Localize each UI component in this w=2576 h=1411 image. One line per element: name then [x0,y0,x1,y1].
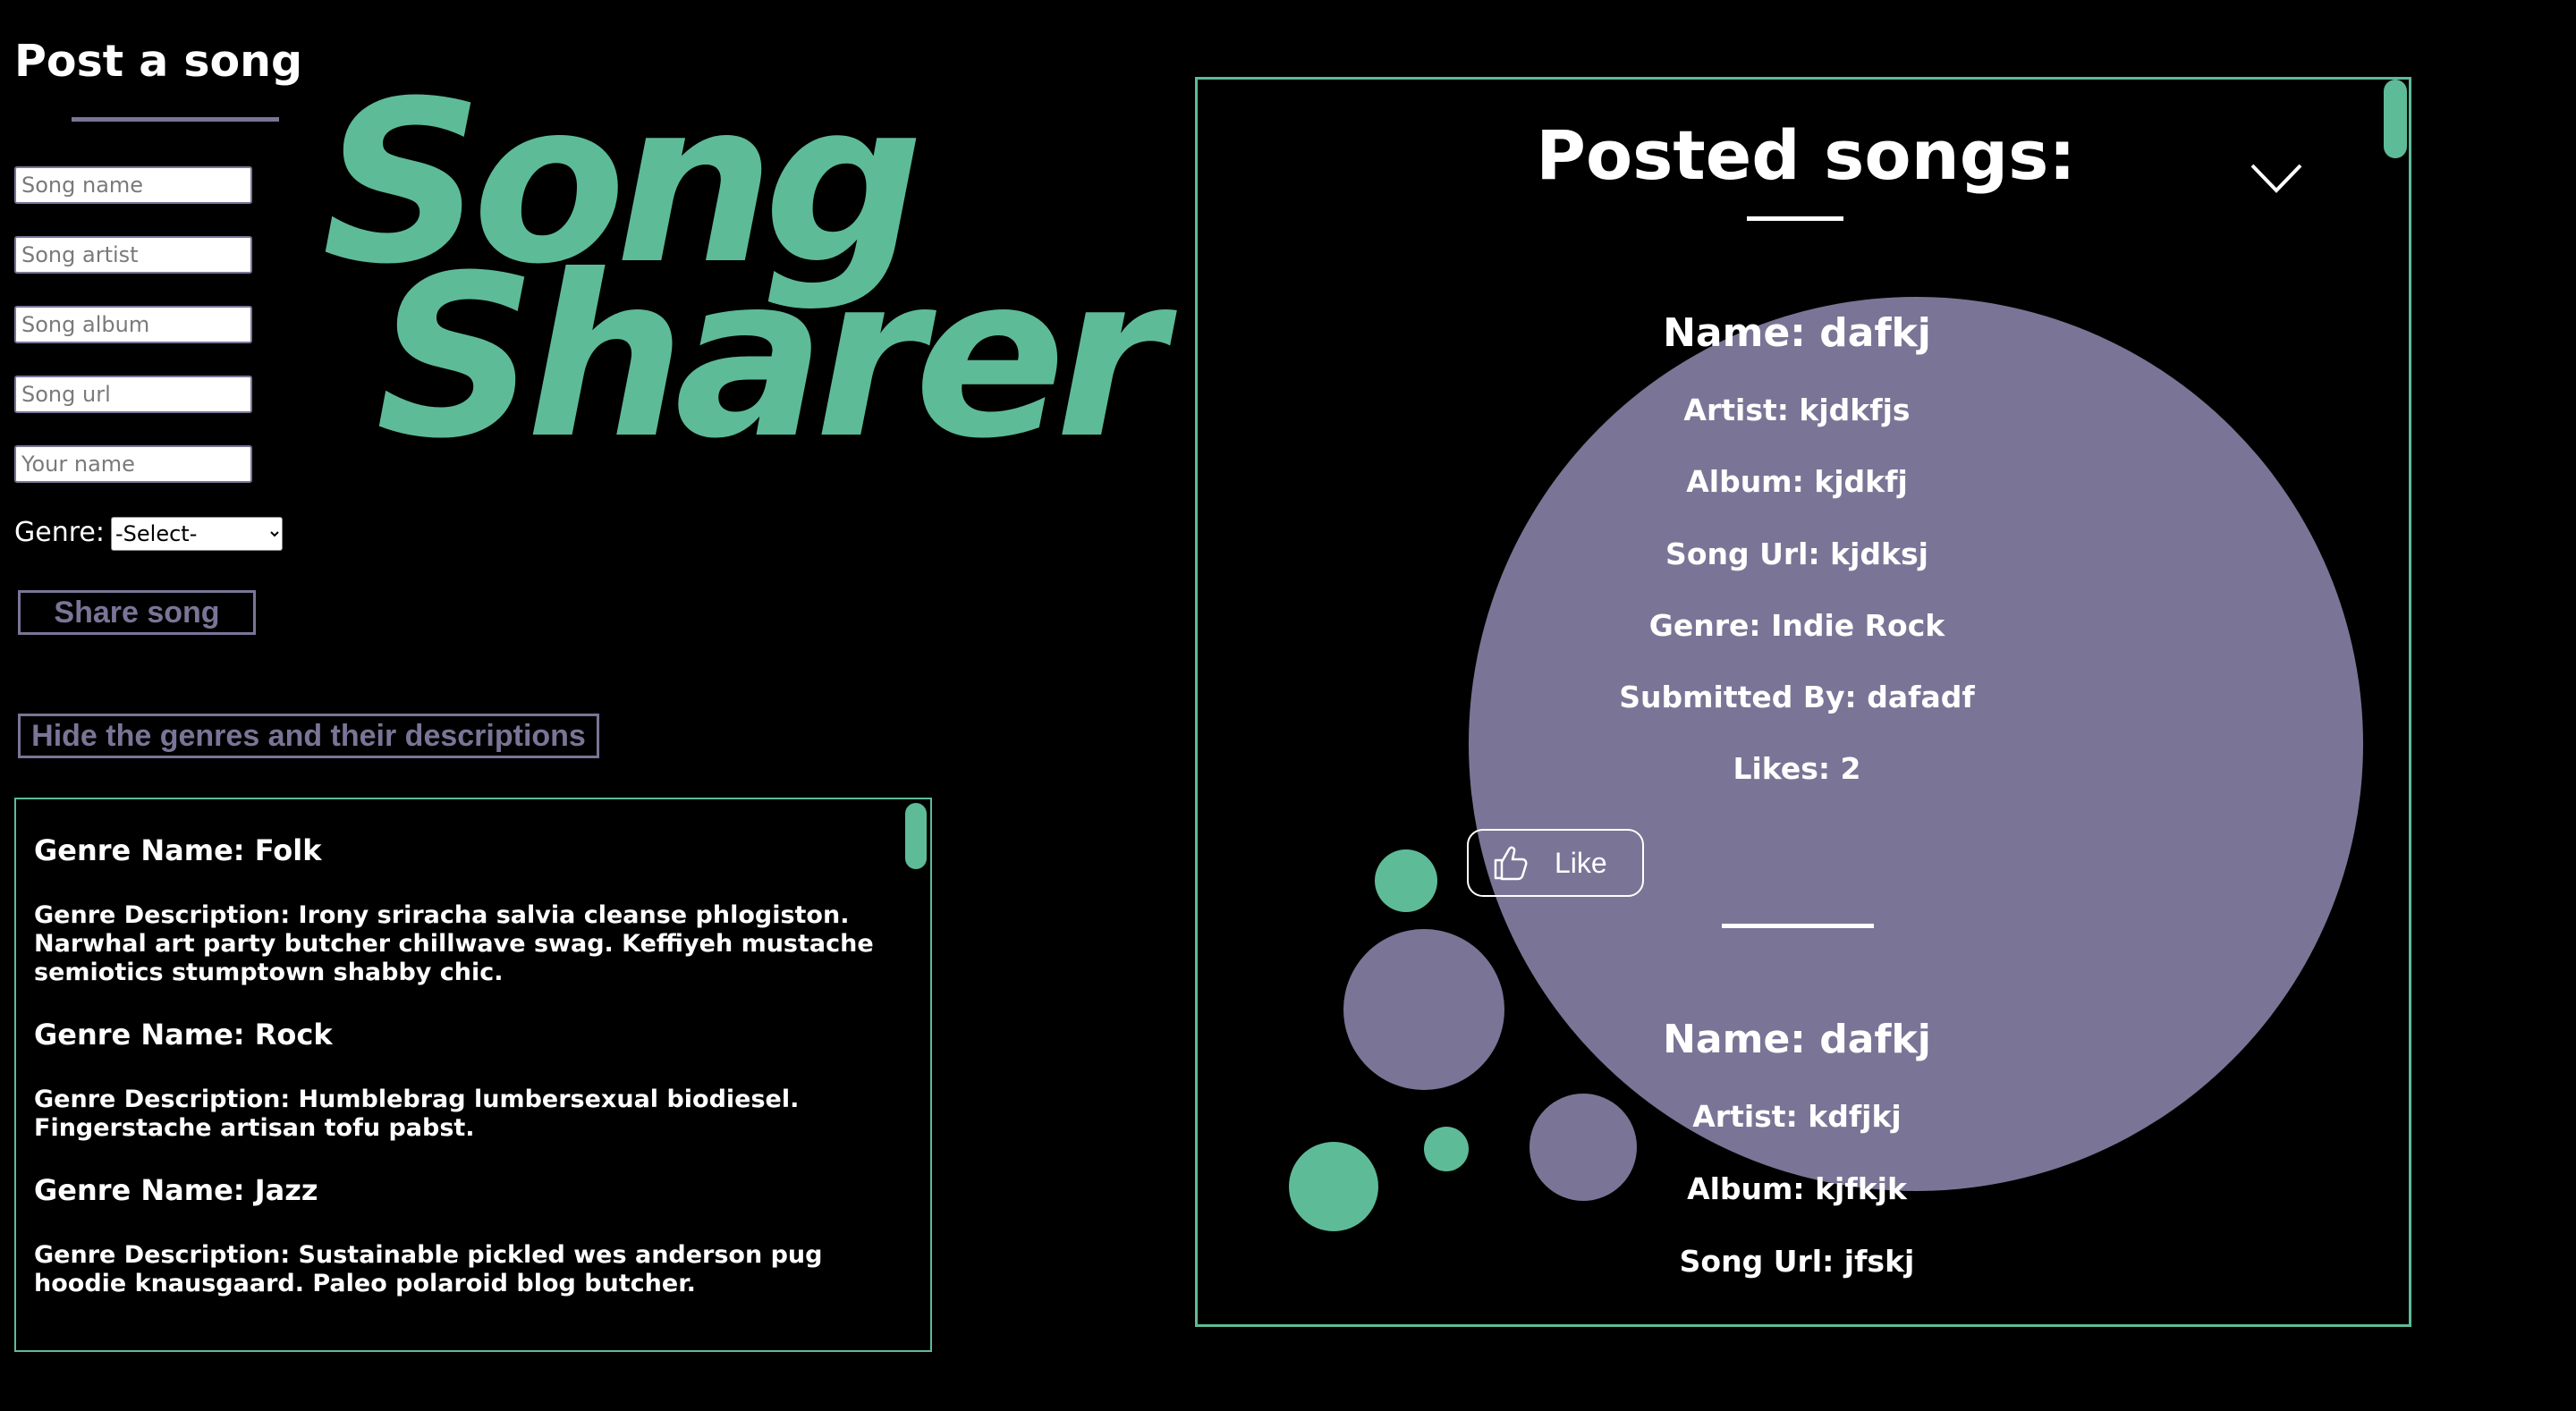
like-button[interactable]: Like [1467,829,1644,897]
genre-list[interactable]: Genre Name: Folk Genre Description: Iron… [14,798,932,1352]
your-name-input[interactable] [14,445,252,483]
song-artist: Artist: kjdkfjs [1683,393,1911,427]
song-name: Name: dafkj [1663,310,1931,356]
posted-songs-panel[interactable]: Posted songs: Name: dafkj Artist: kjdkfj… [1195,77,2411,1327]
title-underline [72,117,279,122]
genre-name: Genre Name: Rock [34,1018,333,1052]
song-album: Album: kjfkjk [1687,1171,1907,1206]
title-divider [1747,216,1843,221]
song-url: Song Url: kjdksj [1665,537,1928,571]
genre-description: Genre Description: Sustainable pickled w… [34,1241,823,1297]
share-song-button[interactable]: Share song [18,590,256,635]
song-name: Name: dafkj [1663,1017,1931,1062]
song-name-input[interactable] [14,166,252,204]
song-artist: Artist: kdfjkj [1692,1099,1902,1134]
genre-name: Genre Name: Jazz [34,1173,318,1207]
thumbs-up-icon [1494,846,1528,881]
song-divider [1722,924,1874,928]
posted-songs-title: Posted songs: [1536,115,2076,195]
song-url: Song Url: jfskj [1679,1244,1915,1279]
chevron-down-icon[interactable] [2250,162,2303,198]
posted-scrollbar[interactable] [2384,80,2407,158]
song-album: Album: kjdkfj [1686,464,1908,499]
genre-select[interactable]: -Select- [111,517,283,551]
hide-genres-button[interactable]: Hide the genres and their descriptions [18,714,599,758]
genre-name: Genre Name: Folk [34,833,322,867]
logo-word-sharer: Sharer [376,227,1165,487]
post-song-title: Post a song [14,36,303,87]
decorative-circle [1375,849,1437,912]
genre-description: Genre Description: Irony sriracha salvia… [34,901,874,986]
song-genre: Genre: Indie Rock [1648,608,1945,643]
like-label: Like [1555,846,1607,879]
genre-label: Genre: [14,517,105,548]
song-submitted-by: Submitted By: dafadf [1619,680,1975,714]
song-album-input[interactable] [14,306,252,343]
decorative-circle [1343,929,1504,1090]
song-url-input[interactable] [14,376,252,413]
song-likes: Likes: 2 [1733,751,1861,786]
song-artist-input[interactable] [14,236,252,274]
genre-scrollbar[interactable] [905,803,927,869]
genre-description: Genre Description: Humblebrag lumbersexu… [34,1086,800,1142]
